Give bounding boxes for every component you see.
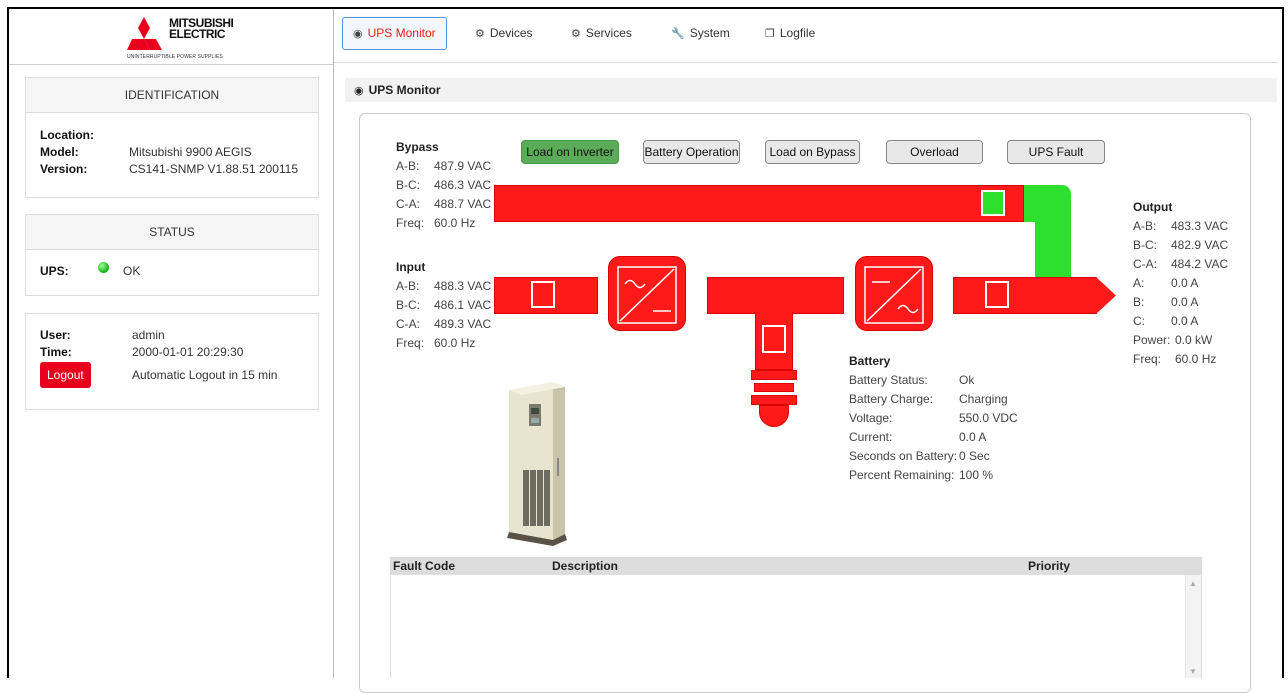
ups-cabinet-image <box>507 382 567 546</box>
input-breaker-icon <box>531 281 555 308</box>
time-label: Time: <box>40 345 72 359</box>
input-readings: Input A-B: 488.3 VAC B-C: 486.1 VAC C-A: 48… <box>396 258 491 353</box>
dashboard-icon: ◉ <box>354 85 364 97</box>
battery-readings: Battery Battery Status: Ok Battery Charge… <box>849 352 1018 485</box>
battery-plate-2 <box>754 383 794 392</box>
input-title: Input <box>396 260 426 274</box>
tab-logfile[interactable]: ❐ Logfile <box>754 17 826 50</box>
tab-services[interactable]: ⚙ Services <box>560 17 643 50</box>
input-ca-value: 489.3 VAC <box>434 317 492 331</box>
state-battery-operation[interactable]: Battery Operation <box>643 140 740 164</box>
mitsubishi-diamonds-logo <box>127 17 162 50</box>
bypass-drop <box>1035 222 1071 277</box>
description-header[interactable]: Description <box>552 557 618 575</box>
ups-status-value: OK <box>123 264 141 278</box>
battery-status-value: Ok <box>959 373 975 387</box>
model-value: Mitsubishi 9900 AEGIS <box>129 145 252 159</box>
output-breaker-icon <box>985 281 1009 308</box>
input-bc-value: 486.1 VAC <box>434 298 492 312</box>
sidebar: MITSUBISHI ELECTRIC UNINTERRUPTIBLE POWE… <box>9 9 334 678</box>
output-ca-value: 484.2 VAC <box>1171 257 1229 271</box>
fault-table-header: Fault Code Description Priority <box>390 557 1202 575</box>
inverter-block <box>855 256 933 331</box>
bypass-link <box>1024 185 1071 222</box>
bypass-line <box>494 185 1024 222</box>
version-value: CS141-SNMP V1.88.51 200115 <box>129 162 299 176</box>
battery-seconds-value: 0 Sec <box>959 449 990 463</box>
brand-logo: MITSUBISHI ELECTRIC UNINTERRUPTIBLE POWE… <box>9 9 333 65</box>
output-arrow-icon <box>1096 277 1116 314</box>
output-title: Output <box>1133 200 1173 214</box>
tab-ups-monitor[interactable]: ◉ UPS Monitor <box>342 17 447 50</box>
ups-status-label: UPS: <box>40 264 69 278</box>
tab-devices[interactable]: ⚙ Devices <box>464 17 544 50</box>
fault-code-header[interactable]: Fault Code <box>393 557 455 575</box>
output-ab-value: 483.3 VAC <box>1171 219 1229 233</box>
dashboard-icon: ◉ <box>353 28 363 40</box>
time-value: 2000-01-01 20:29:30 <box>132 345 244 359</box>
bypass-title: Bypass <box>396 140 439 154</box>
battery-plate-3 <box>751 395 797 405</box>
model-label: Model: <box>40 145 79 159</box>
bypass-ca-value: 488.7 VAC <box>434 197 492 211</box>
wrench-icon: 🔧 <box>671 28 685 40</box>
priority-header[interactable]: Priority <box>1028 557 1070 575</box>
battery-current-value: 0.0 A <box>959 430 987 444</box>
bypass-readings: Bypass A-B: 487.9 VAC B-C: 486.3 VAC C-A: 4… <box>396 138 491 233</box>
battery-charge-value: Charging <box>959 392 1008 406</box>
output-b-value: 0.0 A <box>1171 295 1199 309</box>
battery-plate-1 <box>751 370 797 380</box>
state-load-on-bypass[interactable]: Load on Bypass <box>765 140 860 164</box>
output-bc-value: 482.9 VAC <box>1171 238 1229 252</box>
output-freq-value: 60.0 Hz <box>1175 352 1217 366</box>
state-overload[interactable]: Overload <box>886 140 983 164</box>
status-title: STATUS <box>26 215 318 250</box>
input-ab-value: 488.3 VAC <box>434 279 492 293</box>
output-power-value: 0.0 kW <box>1175 333 1213 347</box>
bypass-freq-value: 60.0 Hz <box>434 216 476 230</box>
status-panel: STATUS UPS: OK <box>25 214 319 296</box>
input-freq-value: 60.0 Hz <box>434 336 476 350</box>
identification-panel: IDENTIFICATION Location: Model: Mitsubish… <box>25 77 319 198</box>
identification-title: IDENTIFICATION <box>26 78 318 113</box>
output-a-value: 0.0 A <box>1171 276 1199 290</box>
bypass-switch-icon <box>981 190 1005 216</box>
auto-logout-text: Automatic Logout in 15 min <box>132 367 278 382</box>
output-line <box>953 277 1097 314</box>
battery-breaker-icon <box>762 325 786 353</box>
session-panel: User: admin Time: 2000-01-01 20:29:30 Logo… <box>25 313 319 410</box>
gears-icon: ⚙ <box>475 28 485 40</box>
tab-system[interactable]: 🔧 System <box>660 17 741 50</box>
status-led-icon <box>98 262 109 273</box>
page-title-bar: ◉ UPS Monitor <box>345 78 1277 102</box>
logout-button[interactable]: Logout <box>40 362 91 388</box>
inverter-icon <box>864 266 924 324</box>
output-c-value: 0.0 A <box>1171 314 1199 328</box>
dc-bus-line <box>707 277 844 314</box>
fault-table-scrollbar[interactable]: ▲ ▼ <box>1185 575 1201 678</box>
copy-icon: ❐ <box>765 28 775 40</box>
state-load-on-inverter[interactable]: Load on Inverter <box>521 140 619 164</box>
version-label: Version: <box>40 162 88 176</box>
bypass-bc-value: 486.3 VAC <box>434 178 492 192</box>
output-readings: Output A-B: 483.3 VAC B-C: 482.9 VAC C-A: 4… <box>1133 198 1228 369</box>
battery-title: Battery <box>849 354 891 368</box>
bypass-ab-value: 487.9 VAC <box>434 159 492 173</box>
scroll-down-icon[interactable]: ▼ <box>1189 667 1197 676</box>
battery-percent-value: 100 % <box>959 468 994 482</box>
top-nav: ◉ UPS Monitor ⚙ Devices ⚙ Services 🔧 System … <box>334 9 1278 63</box>
user-value: admin <box>132 328 165 342</box>
scroll-up-icon[interactable]: ▲ <box>1189 579 1197 588</box>
rectifier-block <box>608 256 686 331</box>
user-label: User: <box>40 328 71 342</box>
page-title: UPS Monitor <box>368 83 441 97</box>
location-label: Location: <box>40 128 94 142</box>
state-ups-fault[interactable]: UPS Fault <box>1007 140 1105 164</box>
brand-name: MITSUBISHI ELECTRIC <box>169 16 234 41</box>
gears-icon: ⚙ <box>571 28 581 40</box>
rectifier-icon <box>617 266 677 324</box>
fault-table-body: ▲ ▼ <box>390 575 1202 678</box>
battery-voltage-value: 550.0 VDC <box>959 411 1018 425</box>
brand-tagline: UNINTERRUPTIBLE POWER SUPPLIES <box>127 54 223 60</box>
